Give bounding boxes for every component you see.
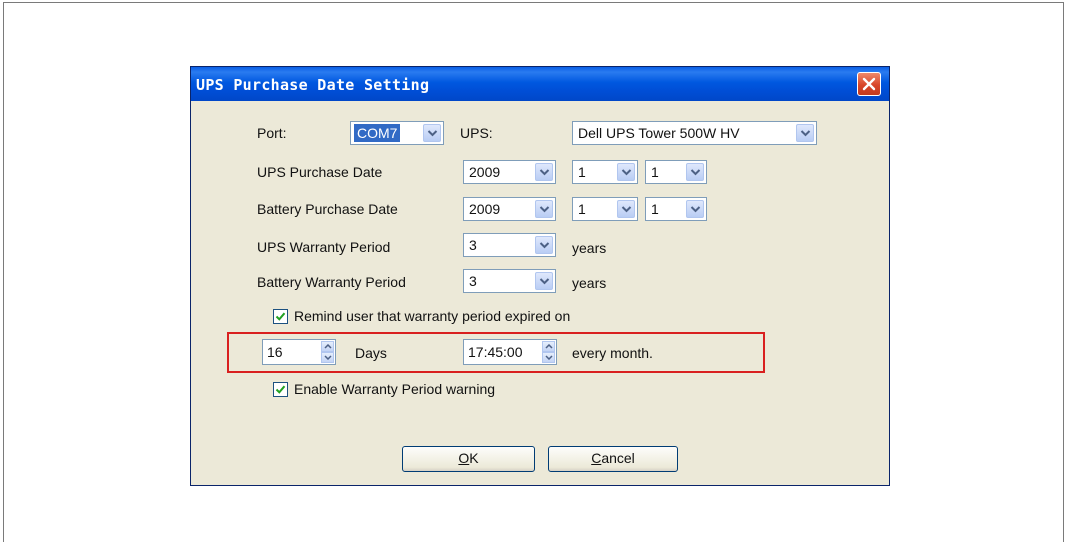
- ups-warranty-period-label: UPS Warranty Period: [257, 239, 391, 255]
- ups-label: UPS:: [460, 125, 493, 141]
- ups-model-dropdown-button[interactable]: [796, 124, 814, 142]
- battery-warranty-unit: years: [572, 275, 607, 291]
- battery-purchase-date-label: Battery Purchase Date: [257, 201, 398, 217]
- ups-purchase-day-select[interactable]: 1: [645, 160, 707, 184]
- ups-purchase-day-value: 1: [651, 164, 659, 180]
- ups-warranty-period-value: 3: [469, 237, 477, 253]
- battery-purchase-day-dropdown-button[interactable]: [686, 200, 704, 218]
- ups-purchase-date-label: UPS Purchase Date: [257, 164, 383, 180]
- days-value: 16: [267, 344, 283, 360]
- remind-label[interactable]: Remind user that warranty period expired…: [294, 308, 570, 324]
- ok-label-rest: K: [469, 450, 479, 466]
- chevron-down-icon: [621, 169, 632, 176]
- ups-model-value: Dell UPS Tower 500W HV: [578, 125, 740, 141]
- chevron-down-icon: [324, 355, 332, 360]
- ups-purchase-year-dropdown-button[interactable]: [535, 163, 553, 181]
- port-select[interactable]: COM7: [350, 121, 444, 145]
- battery-purchase-year-value: 2009: [469, 201, 501, 217]
- close-button[interactable]: [857, 72, 881, 96]
- checkmark-icon: [275, 385, 286, 394]
- chevron-down-icon: [539, 278, 550, 285]
- dialog-title: UPS Purchase Date Setting: [196, 76, 430, 94]
- battery-purchase-year-dropdown-button[interactable]: [535, 200, 553, 218]
- chevron-down-icon: [545, 355, 553, 360]
- enable-warning-checkbox[interactable]: [273, 382, 288, 397]
- ups-warranty-period-dropdown-button[interactable]: [535, 236, 553, 254]
- time-increment-button[interactable]: [542, 341, 555, 352]
- port-value: COM7: [354, 124, 401, 142]
- days-spinner[interactable]: 16: [262, 339, 336, 365]
- cancel-label-rest: ancel: [601, 450, 635, 466]
- battery-warranty-period-select[interactable]: 3: [463, 269, 556, 293]
- cancel-mnemonic: C: [591, 450, 602, 466]
- ups-model-select[interactable]: Dell UPS Tower 500W HV: [572, 121, 817, 145]
- enable-warning-label[interactable]: Enable Warranty Period warning: [294, 381, 495, 397]
- battery-purchase-month-select[interactable]: 1: [572, 197, 638, 221]
- time-value: 17:45:00: [468, 344, 523, 360]
- battery-warranty-period-value: 3: [469, 273, 477, 289]
- days-label: Days: [355, 345, 387, 361]
- remind-checkbox[interactable]: [273, 309, 288, 324]
- ups-warranty-unit: years: [572, 240, 607, 256]
- chevron-up-icon: [324, 344, 332, 349]
- chevron-down-icon: [690, 206, 701, 213]
- chevron-down-icon: [539, 242, 550, 249]
- ups-warranty-period-select[interactable]: 3: [463, 233, 556, 257]
- time-spinner[interactable]: 17:45:00: [463, 339, 557, 365]
- battery-warranty-period-label: Battery Warranty Period: [257, 274, 406, 290]
- port-dropdown-button[interactable]: [423, 124, 441, 142]
- chevron-down-icon: [621, 206, 632, 213]
- chevron-down-icon: [539, 169, 550, 176]
- battery-purchase-month-dropdown-button[interactable]: [617, 200, 635, 218]
- days-spinner-arrows: [321, 341, 334, 363]
- ups-purchase-month-value: 1: [578, 164, 586, 180]
- battery-purchase-day-value: 1: [651, 201, 659, 217]
- days-increment-button[interactable]: [321, 341, 334, 352]
- chevron-up-icon: [545, 344, 553, 349]
- battery-purchase-year-select[interactable]: 2009: [463, 197, 556, 221]
- chevron-down-icon: [427, 130, 438, 137]
- close-icon: [862, 77, 876, 91]
- battery-purchase-day-select[interactable]: 1: [645, 197, 707, 221]
- checkmark-icon: [275, 312, 286, 321]
- chevron-down-icon: [539, 206, 550, 213]
- ok-button[interactable]: OK: [402, 446, 535, 472]
- days-decrement-button[interactable]: [321, 352, 334, 363]
- cancel-button-label: Cancel: [591, 450, 635, 466]
- cancel-button[interactable]: Cancel: [548, 446, 678, 472]
- ups-purchase-year-value: 2009: [469, 164, 501, 180]
- time-spinner-arrows: [542, 341, 555, 363]
- ups-purchase-day-dropdown-button[interactable]: [686, 163, 704, 181]
- ups-purchase-month-select[interactable]: 1: [572, 160, 638, 184]
- chevron-down-icon: [800, 130, 811, 137]
- chevron-down-icon: [690, 169, 701, 176]
- dialog-body: [191, 101, 889, 485]
- port-label: Port:: [257, 125, 287, 141]
- time-decrement-button[interactable]: [542, 352, 555, 363]
- battery-warranty-period-dropdown-button[interactable]: [535, 272, 553, 290]
- ok-button-label: OK: [458, 450, 478, 466]
- title-bar[interactable]: UPS Purchase Date Setting: [191, 67, 889, 101]
- ups-purchase-year-select[interactable]: 2009: [463, 160, 556, 184]
- ups-purchase-month-dropdown-button[interactable]: [617, 163, 635, 181]
- ok-mnemonic: O: [458, 450, 470, 466]
- battery-purchase-month-value: 1: [578, 201, 586, 217]
- every-month-label: every month.: [572, 345, 653, 361]
